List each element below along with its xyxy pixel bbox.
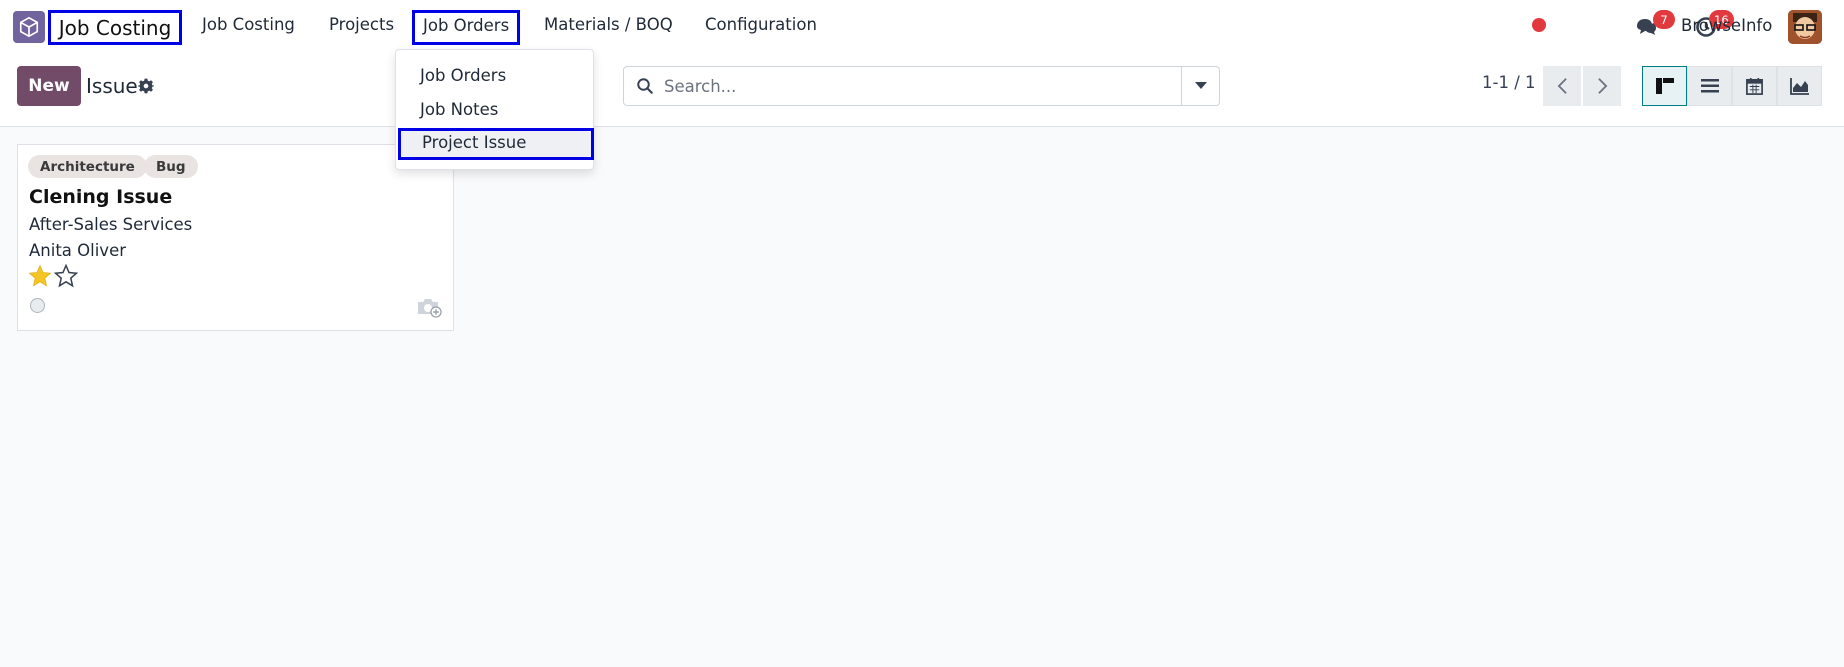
app-brand-name[interactable]: Job Costing [48,10,182,45]
dropdown-item-project-issue[interactable]: Project Issue [398,128,594,160]
dropdown-item-job-orders[interactable]: Job Orders [420,66,506,85]
search-input[interactable] [664,67,1164,105]
kanban-state-indicator[interactable] [30,298,45,313]
calendar-view-button[interactable] [1732,66,1777,106]
menu-projects[interactable]: Projects [329,15,394,34]
camera-plus-icon[interactable] [416,296,442,318]
menu-job-costing[interactable]: Job Costing [202,15,295,34]
list-view-button[interactable] [1687,66,1732,106]
job-orders-dropdown-menu: Job Orders Job Notes Project Issue [395,49,594,170]
card-project: After-Sales Services [29,215,193,234]
app-home-icon[interactable] [13,11,45,43]
tag-architecture: Architecture [28,155,147,178]
area-chart-icon [1789,78,1809,95]
graph-view-button[interactable] [1777,66,1822,106]
list-icon [1700,79,1719,93]
card-assignee: Anita Oliver [29,241,127,260]
search-icon [637,78,653,94]
menu-materials-boq[interactable]: Materials / BOQ [544,15,673,34]
tag-bug: Bug [144,155,198,178]
breadcrumb: Issue [86,74,138,98]
kanban-icon [1655,78,1674,94]
chevron-right-icon [1597,78,1607,94]
company-name[interactable]: BrowseInfo [1681,16,1772,35]
chevron-left-icon [1557,78,1567,94]
pager-previous-button[interactable] [1543,66,1581,106]
new-button[interactable]: New [17,66,81,106]
priority-star-empty-icon[interactable] [54,264,78,288]
search-options-toggle[interactable] [1181,67,1219,105]
calendar-icon [1746,77,1763,95]
caret-down-icon [1194,82,1207,89]
card-title: Clening Issue [29,186,173,208]
pager-next-button[interactable] [1583,66,1621,106]
messages-count-badge: 7 [1653,10,1675,29]
top-navbar: Job Costing Job Costing Projects Job Ord… [0,0,1844,54]
menu-job-orders[interactable]: Job Orders [412,10,521,45]
pager-value[interactable]: 1-1 / 1 [1482,73,1536,92]
user-avatar[interactable] [1788,10,1822,44]
dropdown-item-job-notes[interactable]: Job Notes [420,100,498,119]
control-panel: New Issue 1-1 / 1 [0,54,1844,127]
priority-star-filled-icon[interactable] [28,264,52,288]
kanban-view-button[interactable] [1642,66,1687,106]
kanban-card[interactable]: Architecture Bug Clening Issue After-Sal… [17,144,454,331]
menu-configuration[interactable]: Configuration [705,15,817,34]
search-bar [623,66,1220,106]
gear-icon[interactable] [138,78,154,94]
status-indicator-icon[interactable] [1532,18,1546,32]
